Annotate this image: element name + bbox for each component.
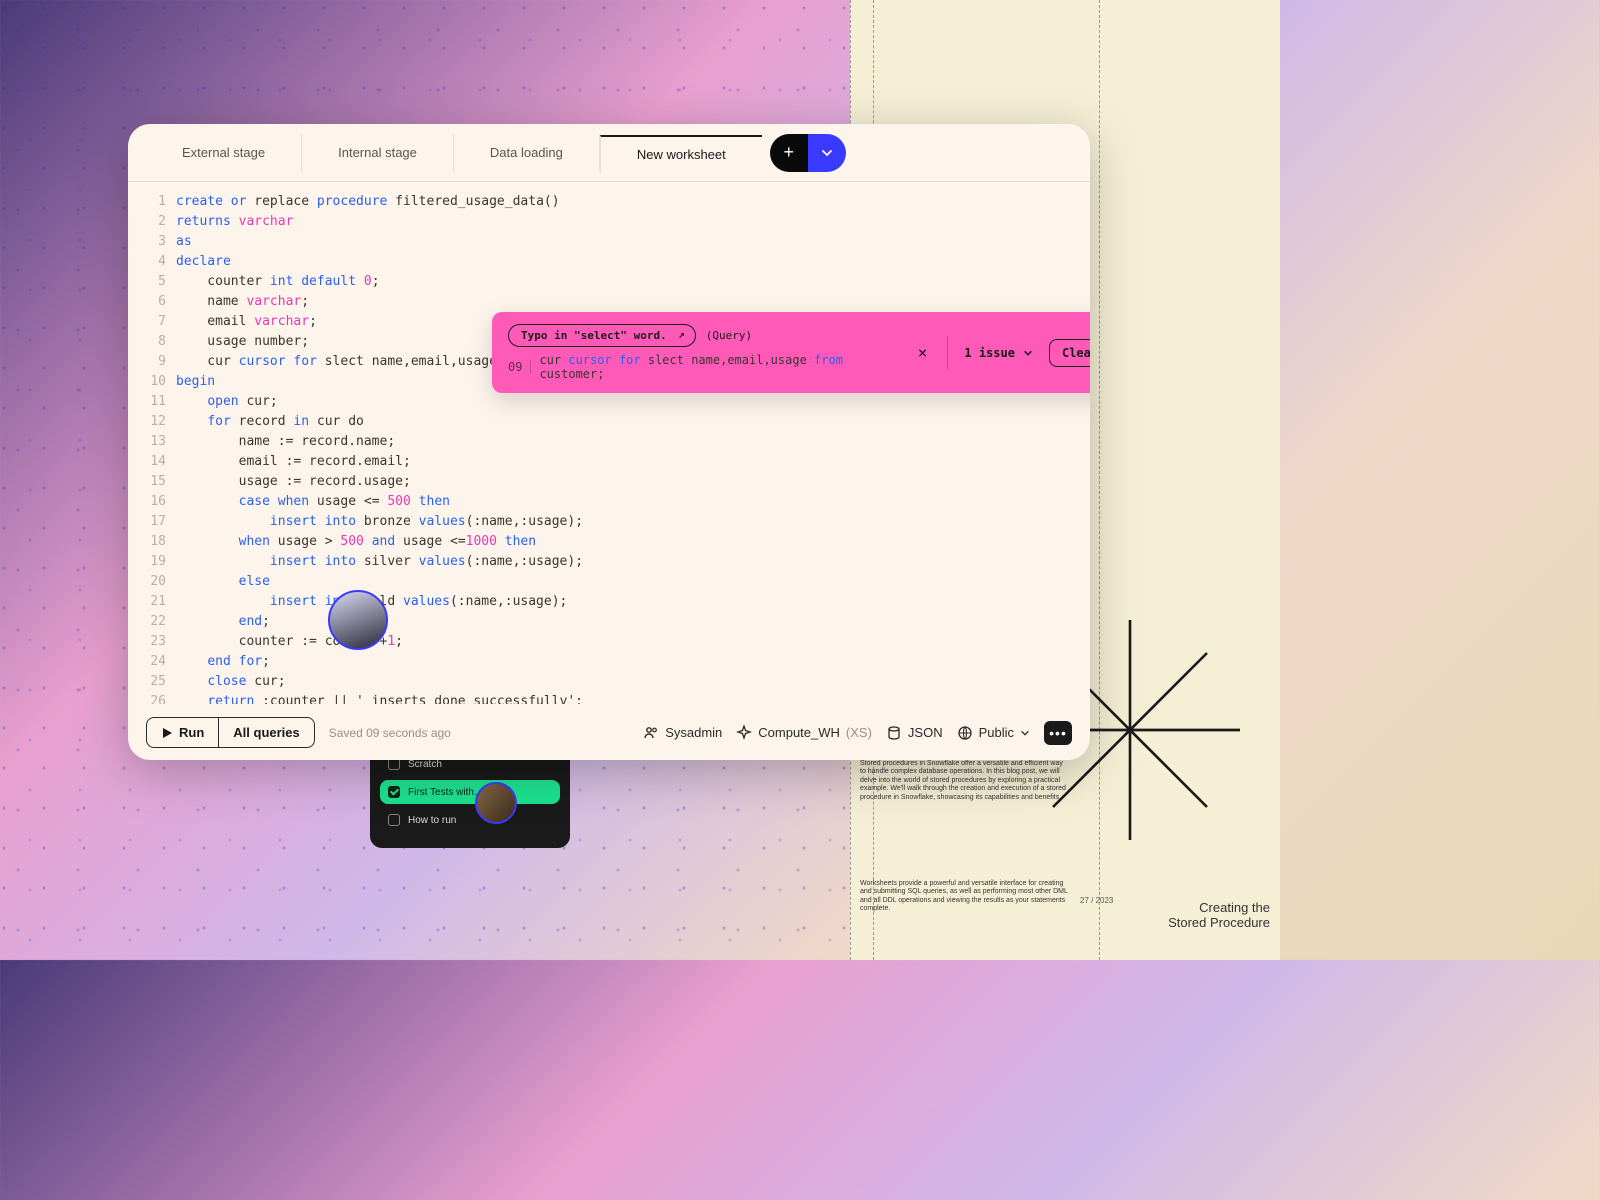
background-date: 27 / 2023 — [1080, 896, 1113, 905]
tab-bar: External stage Internal stage Data loadi… — [128, 124, 1090, 182]
issue-tag: (Query) — [706, 329, 752, 342]
editor-footer: Run All queries Saved 09 seconds ago Sys… — [128, 704, 1090, 760]
run-button[interactable]: Run — [147, 718, 219, 747]
line-gutter: 1234567891011121314151617181920212223242… — [128, 192, 176, 704]
checkbox-icon[interactable] — [388, 786, 400, 798]
add-tab-button[interactable]: + — [770, 134, 808, 172]
divider — [947, 337, 948, 369]
clear-all-button[interactable]: Clear all — [1049, 339, 1090, 367]
visibility-selector[interactable]: Public — [957, 725, 1030, 741]
issue-message-pill[interactable]: Typo in "select" word. — [508, 324, 696, 347]
issue-code-snippet: 09cur cursor for slect name,email,usage … — [508, 353, 898, 381]
background-side-title: Creating the Stored Procedure — [1168, 900, 1270, 930]
tab-new-worksheet[interactable]: New worksheet — [600, 135, 762, 173]
run-button-group: Run All queries — [146, 717, 315, 748]
chevron-down-icon — [821, 147, 833, 159]
issue-banner: Typo in "select" word. (Query) 09cur curso… — [492, 312, 1090, 393]
tab-dropdown-button[interactable] — [808, 134, 846, 172]
globe-icon — [957, 725, 973, 741]
users-icon — [643, 725, 659, 741]
format-selector[interactable]: JSON — [886, 725, 943, 741]
tab-internal-stage[interactable]: Internal stage — [302, 134, 454, 172]
task-row[interactable]: First Tests with… — [380, 780, 560, 804]
task-row[interactable]: How to run — [380, 808, 560, 832]
sparkle-icon — [736, 725, 752, 741]
more-button[interactable]: ••• — [1044, 721, 1072, 745]
collaborator-avatar[interactable] — [328, 590, 388, 650]
checkbox-icon[interactable] — [388, 814, 400, 826]
chevron-down-icon — [1020, 728, 1030, 738]
tab-data-loading[interactable]: Data loading — [454, 134, 600, 172]
ellipsis-icon: ••• — [1049, 725, 1067, 741]
worksheet-window: External stage Internal stage Data loadi… — [128, 124, 1090, 760]
warehouse-selector[interactable]: Compute_WH (XS) — [736, 725, 872, 741]
saved-status: Saved 09 seconds ago — [329, 726, 451, 740]
play-icon — [161, 727, 173, 739]
tab-external-stage[interactable]: External stage — [146, 134, 302, 172]
role-selector[interactable]: Sysadmin — [643, 725, 722, 741]
background-paragraph: Worksheets provide a powerful and versat… — [860, 880, 1070, 914]
issue-count-dropdown[interactable]: 1 issue — [964, 346, 1033, 360]
chevron-down-icon — [1023, 348, 1033, 358]
user-avatar — [475, 782, 517, 824]
close-issue-button[interactable]: × — [914, 343, 932, 362]
plus-icon: + — [784, 142, 795, 163]
database-icon — [886, 725, 902, 741]
all-queries-button[interactable]: All queries — [219, 718, 313, 747]
code-content[interactable]: create or replace procedure filtered_usa… — [176, 192, 1090, 704]
code-editor[interactable]: 1234567891011121314151617181920212223242… — [128, 182, 1090, 704]
